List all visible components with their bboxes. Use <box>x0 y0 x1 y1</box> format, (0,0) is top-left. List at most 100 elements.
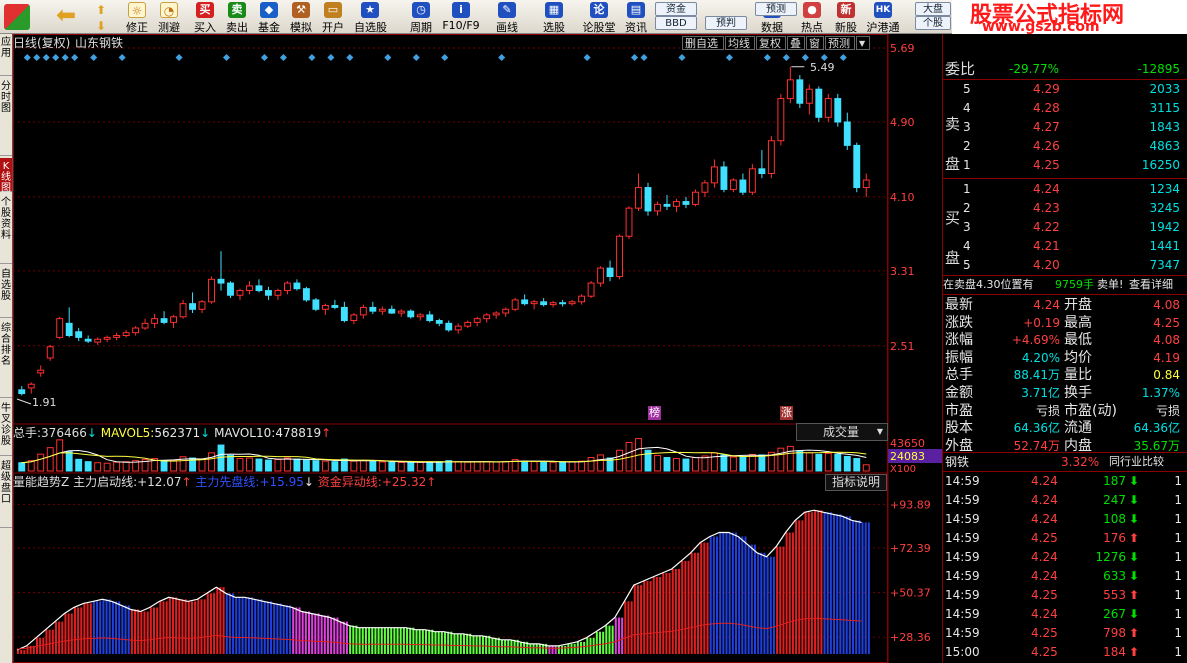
tick-price: 4.25 <box>1031 645 1058 659</box>
candle-body <box>464 321 472 327</box>
chart-menu-button[interactable]: ▼ <box>856 36 870 50</box>
candle-body <box>862 179 870 189</box>
quick-box-4[interactable]: 大盘 <box>915 2 951 16</box>
chart-button-3[interactable]: 叠 <box>787 36 805 50</box>
indicator-name: 量能趋势Z <box>13 475 70 489</box>
sell-button[interactable]: 卖卖出 <box>221 0 253 34</box>
indicator-explain-button[interactable]: 指标说明 <box>825 474 887 491</box>
chart-button-2[interactable]: 复权 <box>756 36 786 50</box>
candle-body <box>777 98 785 142</box>
volume-bar <box>587 457 595 472</box>
tick-volume: 267 <box>1103 607 1126 621</box>
grid-icon <box>4 4 30 30</box>
up-arrow-icon: ⬆ <box>1129 645 1140 659</box>
price-tick-label: 4.10 <box>890 191 915 204</box>
stat-value: 亏损 <box>1155 403 1180 418</box>
buy-button[interactable]: 买买入 <box>189 0 221 34</box>
candle-body <box>246 285 253 292</box>
up-arrow-icon: ↑ <box>181 475 192 489</box>
commission-row: 委比 -29.77% -12895 <box>943 60 1187 78</box>
list-tag[interactable]: 榜 <box>648 406 661 420</box>
volume-bar <box>559 461 567 472</box>
watchlist-button[interactable]: ★ 自选股 <box>354 0 387 34</box>
candle-body <box>198 301 206 310</box>
candle-body <box>654 203 661 212</box>
candle-body <box>824 98 832 118</box>
volume-bar <box>692 457 699 472</box>
forum-button[interactable]: 论论股堂 <box>578 0 620 34</box>
candle-body <box>141 322 149 329</box>
down-arrow-icon: ⬇ <box>1129 512 1140 526</box>
tick-count: 1 <box>1174 550 1182 564</box>
back-button[interactable]: ⬅ <box>50 0 80 34</box>
quick-box-0[interactable]: 资金 <box>655 2 697 16</box>
stat-value: 64.36亿 <box>1133 421 1180 436</box>
candle-body <box>407 310 415 318</box>
sidebar-tab-2[interactable]: K线图 <box>0 158 12 194</box>
stat-row: 最新 4.24 开盘 4.08 <box>943 296 1187 314</box>
tick-time: 14:59 <box>945 512 980 526</box>
tick-row: 14:59 4.25 176 ⬆ 1 <box>943 529 1187 547</box>
chart-button-0[interactable]: 删自选 <box>682 36 724 50</box>
modify-button[interactable]: ☼ 修正 <box>122 0 152 34</box>
ipo-button[interactable]: 新新股 <box>830 0 862 34</box>
down-arrow-icon: ↓ <box>303 475 314 489</box>
hot-button[interactable]: ● 热点 <box>796 0 828 34</box>
sidebar-tab-3[interactable]: 个股资料 <box>0 194 12 264</box>
pick-button[interactable]: ▦ 选股 <box>538 0 570 34</box>
hkconnect-button[interactable]: HK 沪港通 <box>862 0 904 34</box>
volume-bar <box>758 454 766 472</box>
draw-button[interactable]: ✎ 画线 <box>491 0 523 34</box>
bid-volume: 3245 <box>1149 201 1180 215</box>
indicator-tick-label: +28.36 <box>890 631 931 644</box>
signal-diamond <box>801 53 809 62</box>
tick-time: 14:59 <box>945 569 980 583</box>
chart-button-5[interactable]: 预测 <box>825 36 855 50</box>
candle-body <box>815 88 823 118</box>
candle-body <box>796 79 804 104</box>
f10-button[interactable]: i F10/F9 <box>438 0 484 34</box>
hot-label: 热点 <box>801 21 823 34</box>
home-button[interactable] <box>0 0 34 34</box>
f10-label: F10/F9 <box>442 19 480 32</box>
quick-box-1[interactable]: BBD <box>655 16 697 30</box>
candle-body <box>625 207 633 237</box>
stat-value: 4.25 <box>1153 315 1180 330</box>
price-tick-label: 3.31 <box>890 265 915 278</box>
signal-diamond <box>279 53 287 62</box>
test-button[interactable]: ◔ 测避 <box>154 0 184 34</box>
sidebar-tab-4[interactable]: 自选股 <box>0 266 12 318</box>
line1-label: 主力启动线: <box>73 475 138 489</box>
sidebar-tab-0[interactable]: 应用 <box>0 34 12 76</box>
bid-level: 2 <box>963 201 971 215</box>
notice-detail-link[interactable]: 查看详细 <box>1129 276 1173 294</box>
down-arrow-icon: ⬇ <box>1129 493 1140 507</box>
open-button[interactable]: ▭ 开户 <box>317 0 349 34</box>
sidebar-tab-5[interactable]: 综合排名 <box>0 320 12 398</box>
simulate-button[interactable]: ⚒ 模拟 <box>285 0 317 34</box>
chart-button-1[interactable]: 均线 <box>725 36 755 50</box>
industry-compare-button[interactable]: 同行业比较 <box>1109 453 1164 471</box>
indicator-selector[interactable]: 成交量 ▼ <box>796 423 888 441</box>
candle-body <box>189 303 196 310</box>
sidebar-tab-6[interactable]: 牛叉诊股 <box>0 400 12 456</box>
signal-diamond <box>820 53 828 62</box>
rise-tag[interactable]: 涨 <box>780 406 793 420</box>
tick-count: 1 <box>1174 512 1182 526</box>
quick-box-2[interactable]: 预判 <box>705 16 747 30</box>
down-arrow-icon: ⬇ <box>1129 569 1140 583</box>
scroll-up-button[interactable]: ⬆ ⬇ <box>88 0 114 34</box>
fund-button[interactable]: ◆ 基金 <box>253 0 285 34</box>
sidebar-tab-7[interactable]: 超级盘口 <box>0 458 12 528</box>
tick-row: 14:59 4.24 187 ⬇ 1 <box>943 472 1187 490</box>
quick-box-3[interactable]: 预测 <box>755 2 797 16</box>
sidebar-tab-1[interactable]: 分时图 <box>0 78 12 156</box>
volume-bar <box>84 461 92 472</box>
chart-button-4[interactable]: 窗 <box>806 36 824 50</box>
mavol10-label: MAVOL10: <box>214 426 276 440</box>
news-button[interactable]: ▤ 资讯 <box>620 0 652 34</box>
quick-box-5[interactable]: 个股 <box>915 16 951 30</box>
volume-bar <box>815 453 823 472</box>
period-button[interactable]: ◷ 周期 <box>405 0 437 34</box>
kline-chart-area[interactable]: 5.69 4.90 4.10 3.31 2.51 43650 24083 X100 +93.89… <box>13 34 942 663</box>
